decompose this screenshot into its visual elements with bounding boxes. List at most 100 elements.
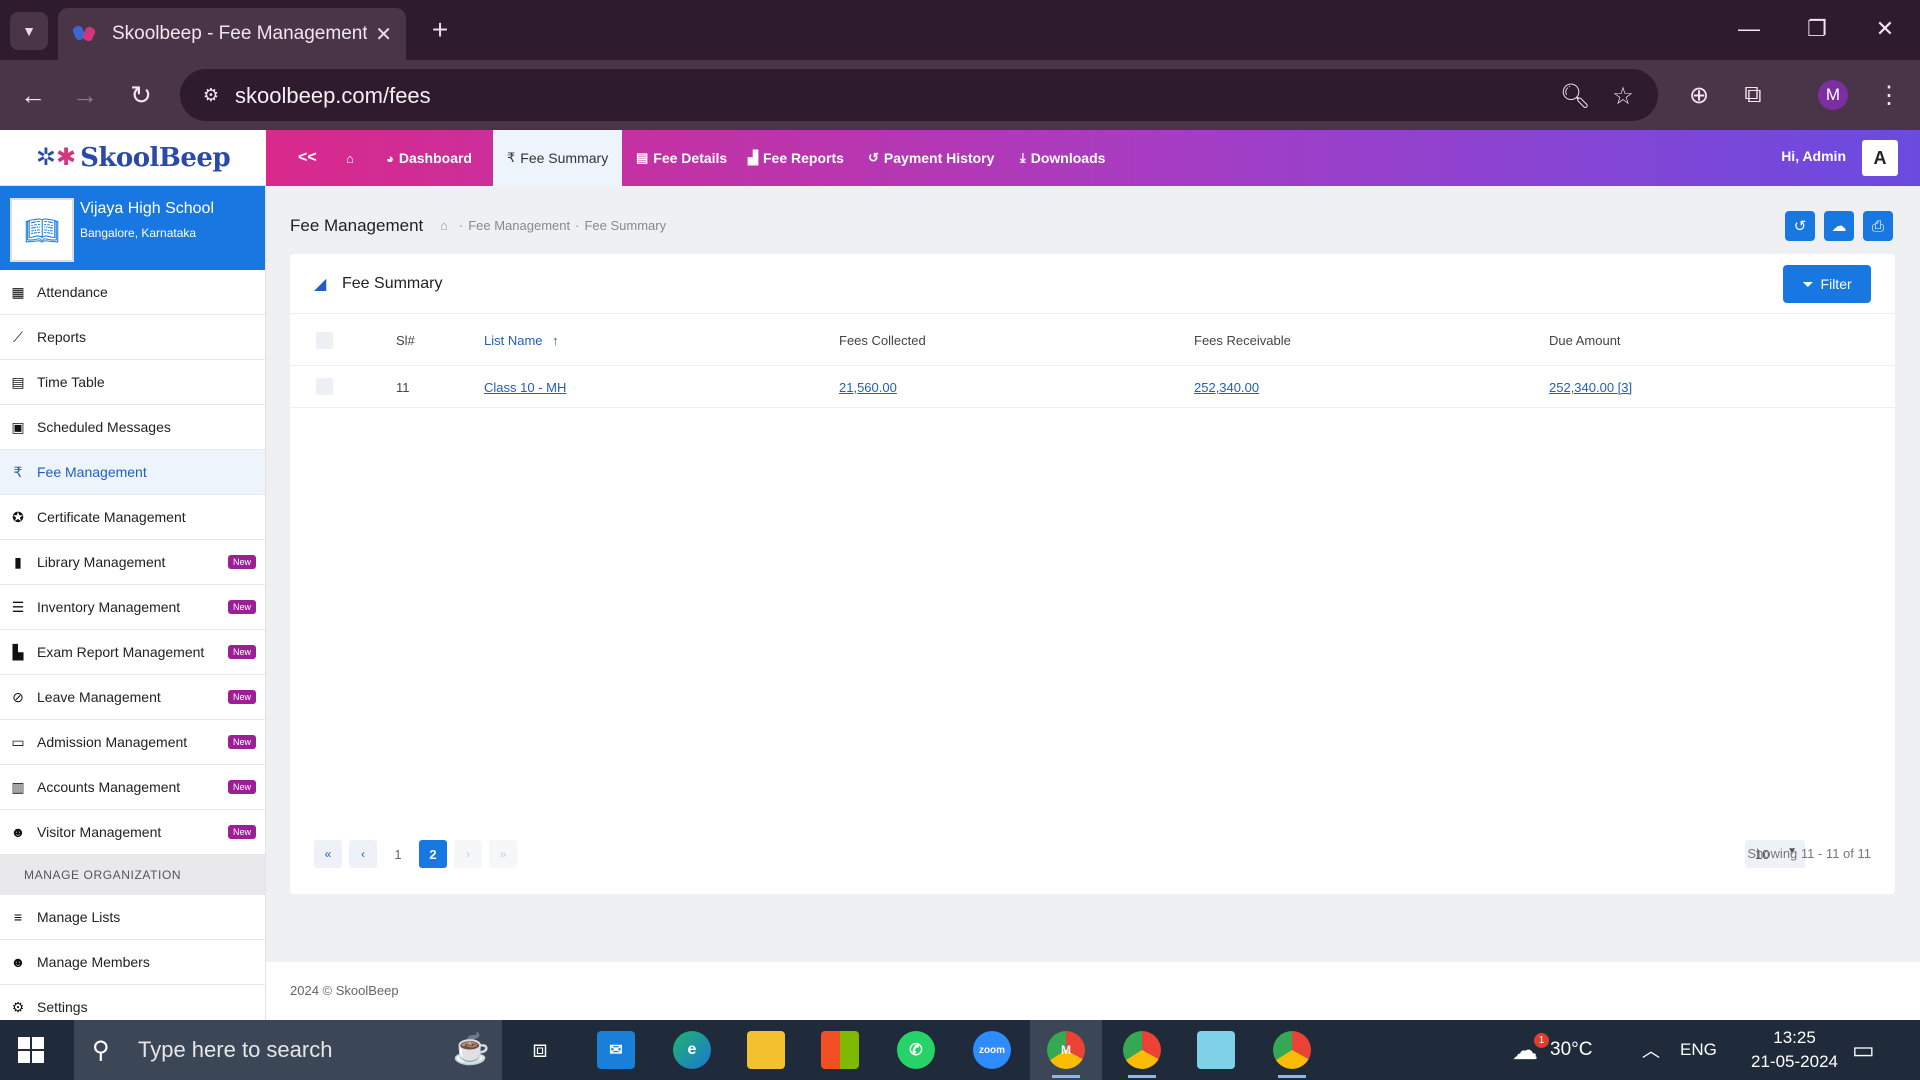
last-page-icon[interactable]: »: [489, 840, 517, 868]
sidebar-item-attendance[interactable]: ▦ Attendance: [0, 270, 265, 315]
mail-app-icon[interactable]: ✉: [580, 1020, 652, 1080]
user-avatar[interactable]: A: [1862, 140, 1898, 176]
browser-profile-avatar[interactable]: M: [1818, 80, 1848, 110]
sidebar-item-label: Settings: [37, 999, 88, 1015]
task-view-icon[interactable]: ⧈: [504, 1020, 576, 1080]
microsoft-store-icon[interactable]: [804, 1020, 876, 1080]
select-all-checkbox[interactable]: [316, 332, 333, 349]
page-2-button[interactable]: 2: [419, 840, 447, 868]
sidebar-item-manage-members[interactable]: ☻ Manage Members: [0, 940, 265, 985]
bookmark-star-icon[interactable]: ☆: [1608, 81, 1638, 111]
nav-downloads[interactable]: ⤓ Downloads: [1020, 130, 1105, 186]
collapse-sidebar-button[interactable]: <<: [298, 130, 317, 186]
app-header: ✲✱ SkoolBeep << ⌂ ◕ Dashboard ₹ Fee Summar…: [0, 130, 1920, 186]
notepad-app-icon[interactable]: [1180, 1020, 1252, 1080]
sidebar-item-label: Fee Management: [37, 464, 147, 480]
cell-fees-collected-link[interactable]: 21,560.00: [839, 380, 897, 395]
weather-widget[interactable]: ☁ 1 30°C: [1512, 1020, 1592, 1080]
breadcrumb-item[interactable]: Fee Management: [468, 218, 570, 233]
sidebar-item-time-table[interactable]: ▤ Time Table: [0, 360, 265, 405]
notifications-icon[interactable]: ▭: [1852, 1020, 1875, 1080]
rupee-icon: ₹: [13, 463, 23, 480]
sidebar-item-visitor-management[interactable]: ☻ Visitor Management New: [0, 810, 265, 855]
url-text[interactable]: skoolbeep.com/fees: [235, 83, 431, 109]
chrome-profile-m-icon[interactable]: M: [1030, 1020, 1102, 1080]
sidebar-item-accounts-management[interactable]: ▥ Accounts Management New: [0, 765, 265, 810]
print-button[interactable]: ⎙: [1863, 211, 1893, 241]
tab-search-chevron-icon[interactable]: ▼: [10, 12, 48, 50]
sidebar-item-library-management[interactable]: ▮ Library Management New: [0, 540, 265, 585]
browser-menu-kebab-icon[interactable]: ⋮: [1870, 76, 1908, 114]
extensions-puzzle-icon[interactable]: ⧉: [1734, 76, 1772, 114]
new-badge: New: [227, 645, 256, 659]
add-extension-plus-icon[interactable]: ⊕: [1680, 76, 1718, 114]
top-navigation: << ⌂ ◕ Dashboard ₹ Fee Summary ▤ Fee Detail…: [266, 130, 1920, 186]
minimize-window-icon[interactable]: —: [1726, 10, 1772, 48]
show-hidden-icons-chevron-icon[interactable]: ︿: [1642, 1020, 1660, 1080]
nav-fee-summary[interactable]: ₹ Fee Summary: [493, 130, 623, 186]
chrome-profile-icon[interactable]: [1256, 1020, 1328, 1080]
cell-fees-receivable-link[interactable]: 252,340.00: [1194, 380, 1259, 395]
close-window-icon[interactable]: ✕: [1862, 10, 1908, 48]
breadcrumb-separator: ·: [575, 218, 580, 233]
sidebar-item-admission-management[interactable]: ▭ Admission Management New: [0, 720, 265, 765]
previous-page-icon[interactable]: ‹: [349, 840, 377, 868]
sidebar-item-certificate-management[interactable]: ✪ Certificate Management: [0, 495, 265, 540]
browser-toolbar: ← → ↻ ⚙ skoolbeep.com/fees 🔍︎ ☆ ⊕ ⧉ M ⋮: [0, 60, 1920, 130]
taskbar-search-box[interactable]: ⚲ Type here to search ☕: [74, 1020, 502, 1080]
site-info-icon[interactable]: ⚙: [198, 82, 224, 108]
school-name: Vijaya High School: [80, 200, 215, 217]
new-tab-icon[interactable]: +: [424, 14, 456, 46]
taskbar-clock[interactable]: 13:25 21-05-2024: [1751, 1026, 1838, 1074]
list-icon: ☰: [11, 598, 25, 615]
filter-button[interactable]: ⏷ Filter: [1783, 265, 1871, 303]
skoolbeep-favicon-icon: [72, 23, 98, 45]
sidebar-item-exam-report-management[interactable]: ▙ Exam Report Management New: [0, 630, 265, 675]
whatsapp-icon[interactable]: ✆: [880, 1020, 952, 1080]
edge-browser-icon[interactable]: e: [656, 1020, 728, 1080]
clock-date: 21-05-2024: [1751, 1052, 1838, 1071]
nav-fee-reports-label: Fee Reports: [763, 150, 844, 166]
home-button[interactable]: ⌂: [346, 130, 359, 186]
breadcrumb-home-icon[interactable]: ⌂: [440, 218, 448, 233]
reload-icon[interactable]: ↻: [122, 76, 160, 114]
next-page-icon[interactable]: ›: [454, 840, 482, 868]
file-explorer-icon[interactable]: [730, 1020, 802, 1080]
sidebar-item-leave-management[interactable]: ⊘ Leave Management New: [0, 675, 265, 720]
cell-list-name-link[interactable]: Class 10 - MH: [484, 380, 566, 395]
column-header-list-name[interactable]: List Name ↑: [484, 333, 559, 348]
address-bar[interactable]: ⚙ skoolbeep.com/fees 🔍︎ ☆: [180, 69, 1658, 121]
sidebar-item-label: Manage Lists: [37, 909, 121, 925]
sidebar-item-reports[interactable]: ⟋ Reports: [0, 315, 265, 360]
row-checkbox[interactable]: [316, 378, 333, 395]
skoolbeep-logo[interactable]: ✲✱ SkoolBeep: [0, 130, 266, 186]
chrome-browser-icon[interactable]: [1106, 1020, 1178, 1080]
history-icon: ↺: [1793, 218, 1807, 235]
close-tab-icon[interactable]: ✕: [375, 22, 392, 47]
nav-fee-details[interactable]: ▤ Fee Details: [636, 130, 727, 186]
page-title: Fee Management: [290, 216, 424, 235]
cell-due-amount-link[interactable]: 252,340.00 [3]: [1549, 380, 1632, 395]
zoom-app-icon[interactable]: zoom: [956, 1020, 1028, 1080]
sidebar-item-fee-management[interactable]: ₹ Fee Management: [0, 450, 265, 495]
forward-arrow-icon[interactable]: →: [66, 76, 104, 114]
sidebar-item-manage-lists[interactable]: ≡ Manage Lists: [0, 895, 265, 940]
page-1-button[interactable]: 1: [384, 840, 412, 868]
refresh-history-button[interactable]: ↺: [1785, 211, 1815, 241]
restore-window-icon[interactable]: ❐: [1794, 10, 1840, 48]
school-card[interactable]: 📖︎ Vijaya High School Bangalore, Karnata…: [0, 186, 265, 270]
back-arrow-icon[interactable]: ←: [14, 76, 52, 114]
nav-fee-reports[interactable]: ▟ Fee Reports: [748, 130, 844, 186]
nav-payment-history[interactable]: ↺ Payment History: [868, 130, 994, 186]
calendar-icon: ▦: [11, 283, 25, 300]
sidebar-item-inventory-management[interactable]: ☰ Inventory Management New: [0, 585, 265, 630]
input-language-indicator[interactable]: ENG: [1680, 1020, 1717, 1080]
sidebar-item-settings[interactable]: ⚙ Settings: [0, 985, 265, 1020]
first-page-icon[interactable]: «: [314, 840, 342, 868]
zoom-magnifier-icon[interactable]: 🔍︎: [1560, 81, 1590, 111]
sidebar-item-scheduled-messages[interactable]: ▣ Scheduled Messages: [0, 405, 265, 450]
browser-tab-active[interactable]: Skoolbeep - Fee Management ✕: [58, 8, 406, 60]
windows-start-icon[interactable]: [18, 1037, 44, 1063]
nav-dashboard[interactable]: ◕ Dashboard: [386, 130, 472, 186]
cloud-upload-button[interactable]: ☁: [1824, 211, 1854, 241]
